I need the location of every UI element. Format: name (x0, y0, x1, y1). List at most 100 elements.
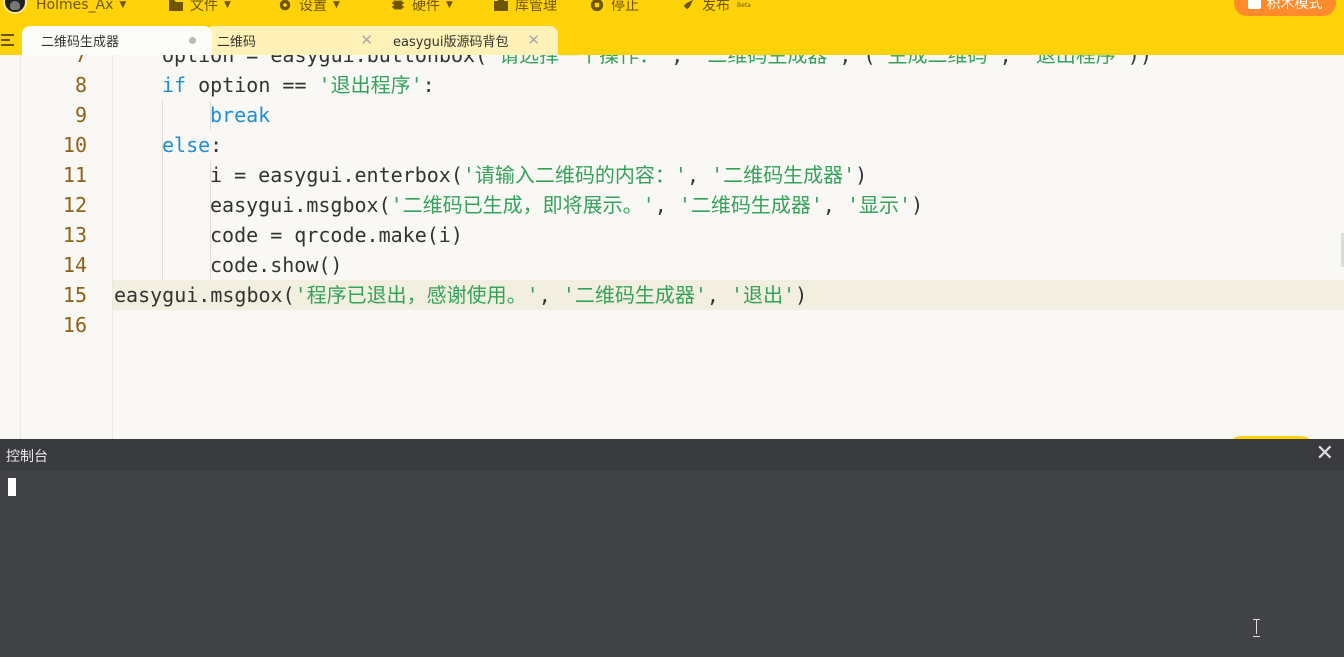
chip-icon (391, 0, 405, 10)
tab-label: 二维码 (217, 35, 257, 50)
code-line[interactable]: break (210, 100, 270, 130)
settings-menu[interactable]: 设置 ▼ (277, 0, 340, 15)
code-token: , (654, 193, 679, 217)
user-avatar[interactable] (3, 0, 27, 14)
close-icon[interactable]: ✕ (1316, 442, 1334, 466)
library-menu[interactable]: 库管理 (493, 0, 557, 15)
publish-menu-label: 发布 (702, 0, 730, 14)
tab-label: 二维码生成器 (41, 35, 120, 50)
chevron-down-icon: ▼ (224, 0, 231, 10)
unsaved-dot-icon (189, 37, 196, 44)
line-number: 15 (62, 283, 87, 307)
code-token: easygui.msgbox( (114, 283, 295, 307)
code-token: , (822, 193, 847, 217)
code-token: i = easygui.enterbox( (210, 163, 463, 187)
code-token: break (210, 103, 271, 127)
line-number: 10 (62, 133, 87, 157)
line-number: 8 (74, 73, 87, 97)
box-icon (494, 0, 508, 11)
line-number: 16 (62, 313, 87, 337)
menu-bar: Holmes_Ax ▼ 文件 ▼ 设置 ▼ 硬件 ▼ 库管理 停止 发布 Bet… (0, 0, 1344, 26)
code-token: '二维码已生成，即将展示。' (390, 193, 655, 217)
tab-label: easygui版源码背包 (393, 35, 509, 50)
code-token: '退出程序' (318, 73, 423, 97)
code-editor[interactable]: 7 option = easygui.buttonbox('请选择一个操作：', … (0, 55, 1344, 439)
code-token: code.show() (210, 253, 343, 277)
tab-bar: easygui版源码背包 ✕ 二维码 ✕ 二维码生成器 (0, 26, 1344, 55)
user-menu[interactable]: Holmes_Ax ▼ (36, 0, 126, 15)
code-token: option = easygui.buttonbox( (162, 55, 488, 67)
line-number: 14 (62, 253, 87, 277)
code-line[interactable]: easygui.msgbox('二维码已生成，即将展示。', '二维码生成器',… (210, 190, 923, 220)
line-number: 11 (62, 163, 87, 187)
tab-easygui-backpack[interactable]: easygui版源码背包 ✕ (378, 26, 558, 55)
code-token: , (671, 55, 696, 67)
app-window: Holmes_Ax ▼ 文件 ▼ 设置 ▼ 硬件 ▼ 库管理 停止 发布 Bet… (0, 0, 1344, 657)
line-number: 7 (74, 55, 87, 67)
code-line[interactable]: else: (162, 130, 222, 160)
code-token: )) (1127, 55, 1152, 67)
code-token: '二维码生成器' (711, 163, 856, 187)
chevron-down-icon: ▼ (119, 0, 127, 10)
file-menu-label: 文件 (190, 0, 218, 14)
code-token: , ( (839, 55, 876, 67)
code-token: ) (855, 163, 868, 187)
settings-menu-label: 设置 (299, 0, 327, 14)
tab-qrcode-generator[interactable]: 二维码生成器 (22, 26, 212, 55)
code-line[interactable]: i = easygui.enterbox('请输入二维码的内容：', '二维码生… (210, 160, 867, 190)
code-line[interactable]: if option == '退出程序': (162, 70, 435, 100)
console-title: 控制台 (6, 449, 48, 465)
code-token: '请选择一个操作：' (487, 55, 672, 67)
menu-icon[interactable] (1, 34, 14, 46)
gear-icon (279, 0, 291, 11)
block-mode-button[interactable]: 积木模式 (1234, 0, 1336, 16)
chevron-down-icon: ▼ (446, 0, 453, 10)
code-line[interactable]: easygui.msgbox('程序已退出，感谢使用。', '二维码生成器', … (114, 280, 807, 310)
code-token: easygui.msgbox( (210, 193, 391, 217)
mouse-ibeam-icon (1252, 619, 1262, 637)
beta-badge: Beta (737, 1, 751, 9)
code-token: , (706, 283, 731, 307)
rocket-icon (683, 0, 694, 10)
code-token: ) (911, 193, 924, 217)
tab-qrcode[interactable]: 二维码 ✕ (206, 26, 391, 55)
stop-menu-label: 停止 (611, 0, 639, 14)
code-token: '退出程序' (1023, 55, 1128, 67)
code-token: ) (795, 283, 808, 307)
console-output[interactable] (0, 471, 1344, 657)
code-token: , (999, 55, 1024, 67)
code-token: option == (186, 73, 319, 97)
code-token: '二维码生成器' (695, 55, 840, 67)
chevron-down-icon: ▼ (333, 0, 340, 10)
code-token: '二维码生成器' (678, 193, 823, 217)
code-line[interactable]: code = qrcode.make(i) (210, 220, 463, 250)
blocks-icon (1247, 0, 1261, 9)
code-token: : (422, 73, 435, 97)
code-token: else (162, 133, 211, 157)
code-token: '生成二维码' (875, 55, 1000, 67)
user-name: Holmes_Ax (36, 0, 114, 13)
close-icon[interactable]: ✕ (360, 31, 373, 49)
code-token: '程序已退出，感谢使用。' (294, 283, 539, 307)
stop-menu[interactable]: 停止 (589, 0, 639, 15)
code-token: code = qrcode.make(i) (210, 223, 463, 247)
code-token: '二维码生成器' (562, 283, 707, 307)
file-menu[interactable]: 文件 ▼ (168, 0, 231, 15)
hardware-menu-label: 硬件 (412, 0, 440, 14)
code-token: '请输入二维码的内容：' (462, 163, 687, 187)
library-menu-label: 库管理 (515, 0, 557, 14)
line-number: 9 (74, 103, 87, 127)
line-number: 13 (62, 223, 87, 247)
line-number: 12 (62, 193, 87, 217)
publish-menu[interactable]: 发布 Beta (680, 0, 751, 15)
indent-guide (162, 100, 163, 280)
code-token: , (538, 283, 563, 307)
block-mode-label: 积木模式 (1266, 0, 1323, 12)
hardware-menu[interactable]: 硬件 ▼ (390, 0, 453, 15)
code-line[interactable]: option = easygui.buttonbox('请选择一个操作：', '… (162, 55, 1152, 70)
code-line[interactable]: code.show() (210, 250, 342, 280)
code-token: '退出' (731, 283, 796, 307)
code-token: if (162, 73, 187, 97)
code-token: '显示' (847, 193, 912, 217)
close-icon[interactable]: ✕ (527, 31, 540, 49)
